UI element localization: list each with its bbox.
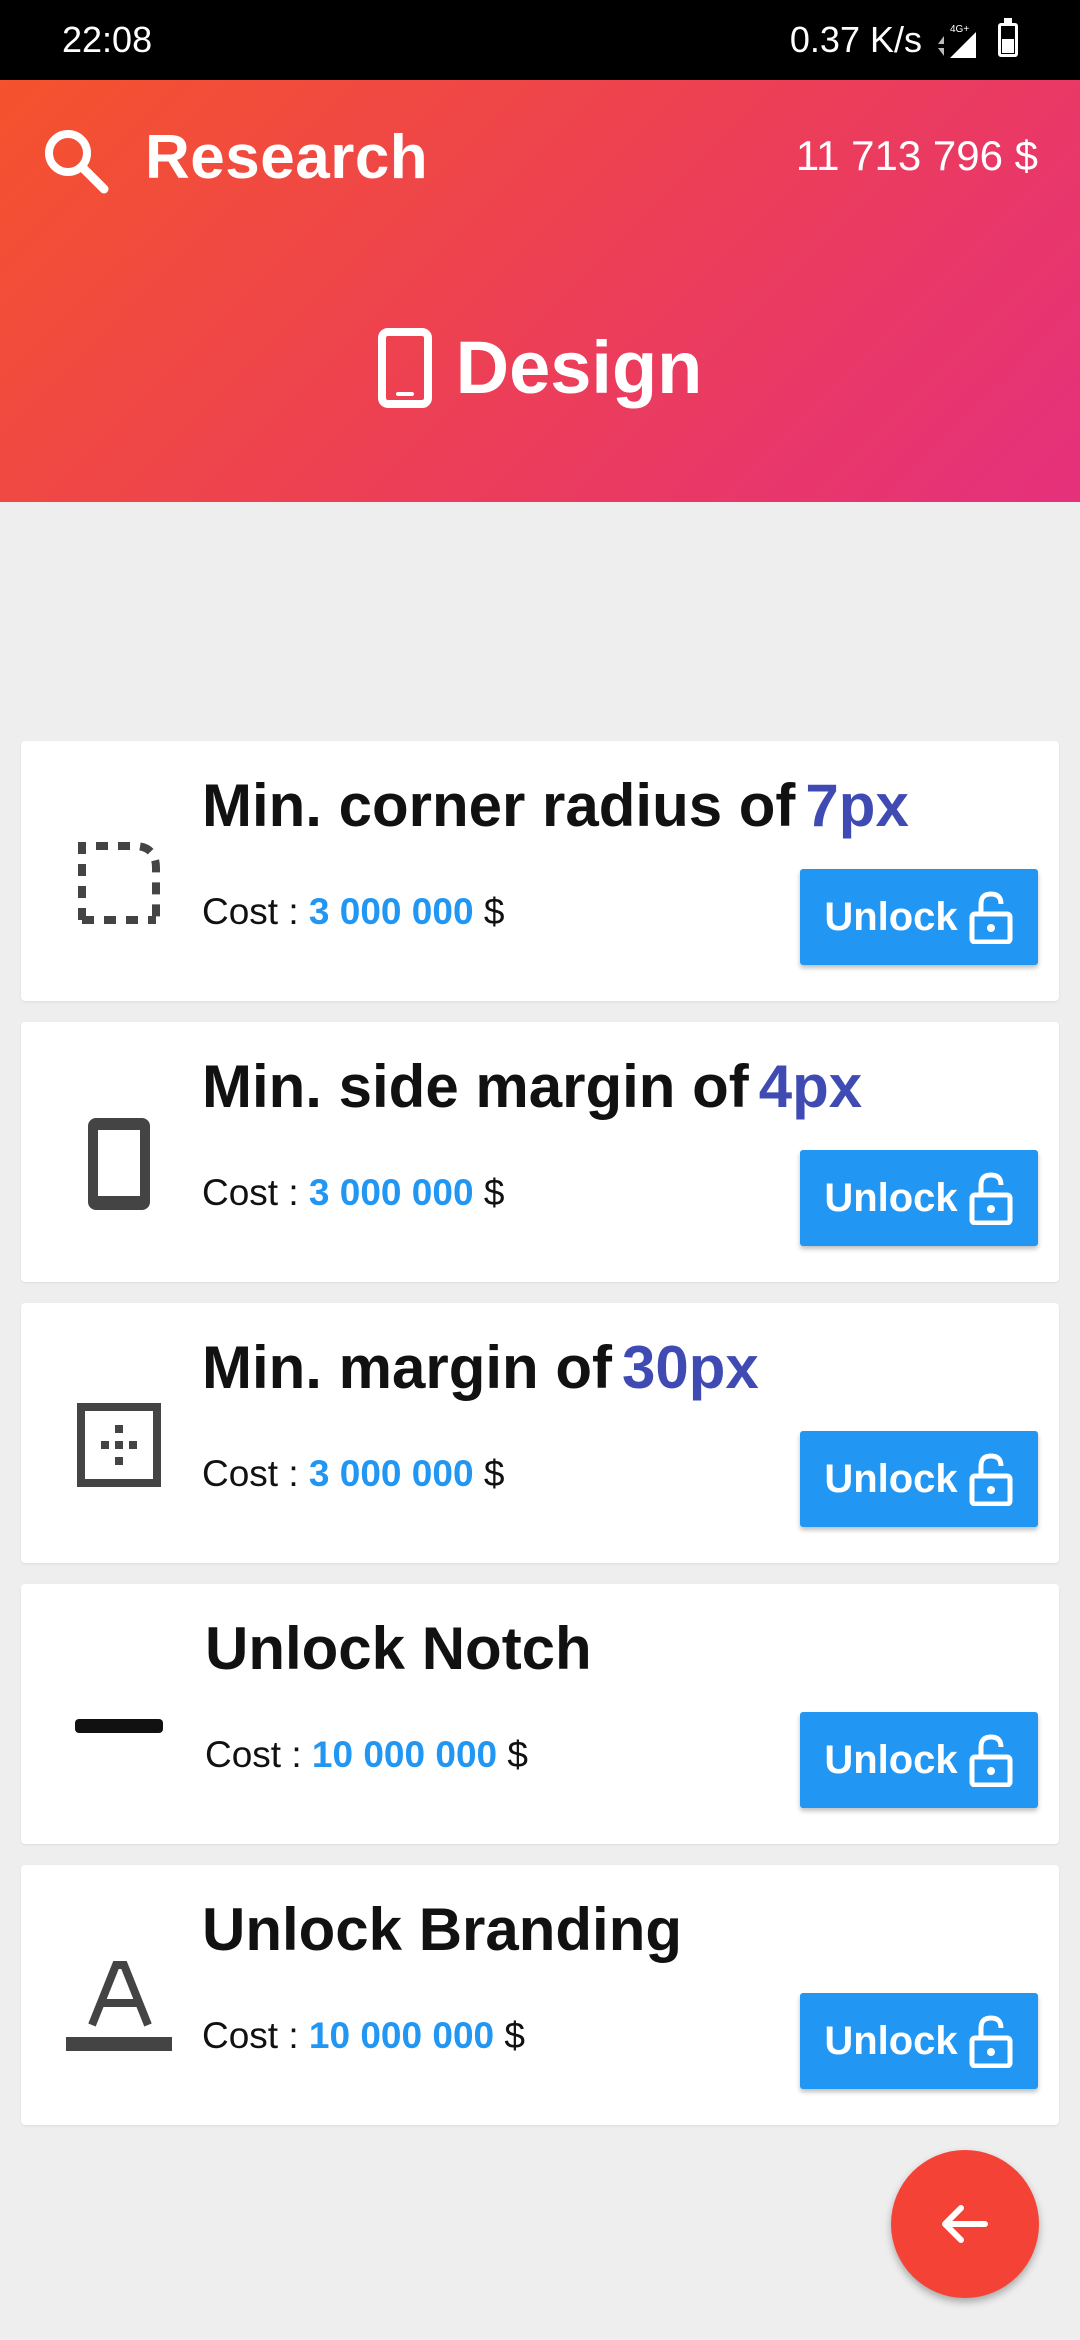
phone-outline-icon — [57, 1102, 181, 1226]
cost-amount: 10 000 000 — [308, 2015, 495, 2056]
card-title: Min. corner radius of 7px — [202, 771, 909, 840]
signal-icon: 4G+ — [938, 24, 976, 58]
network-speed: 0.37 K/s — [789, 19, 922, 60]
card-cost: Cost : 3 000 000 $ — [202, 1453, 504, 1495]
research-card: Min. side margin of 4px Cost : 3 000 000 … — [21, 1022, 1059, 1282]
cost-label: Cost : — [202, 1172, 299, 1213]
card-cost: Cost : 10 000 000 $ — [202, 2015, 525, 2057]
card-title-text: Min. side margin of — [202, 1053, 749, 1120]
branding-text-icon — [57, 1945, 181, 2069]
cost-currency: $ — [504, 2015, 525, 2056]
unlock-label: Unlock — [824, 1456, 958, 1501]
cost-amount: 3 000 000 — [308, 1172, 474, 1213]
card-title: Min. side margin of 4px — [202, 1052, 862, 1121]
cost-label: Cost : — [202, 891, 299, 932]
card-title-value: 7px — [805, 772, 909, 839]
card-title-text: Unlock Notch — [205, 1615, 592, 1682]
cost-currency: $ — [483, 1453, 505, 1494]
corner-radius-icon — [57, 821, 181, 945]
unlock-icon — [969, 2015, 1013, 2068]
unlock-icon — [969, 1172, 1013, 1225]
card-title-value: 30px — [621, 1334, 759, 1401]
page-title: Research — [145, 123, 429, 192]
unlock-icon — [969, 1734, 1013, 1787]
card-title: Min. margin of 30px — [202, 1333, 759, 1402]
unlock-button[interactable]: Unlock — [800, 1993, 1038, 2089]
section-heading: Design — [0, 325, 1080, 410]
research-card: Min. corner radius of 7px Cost : 3 000 00… — [21, 741, 1059, 1001]
cost-amount: 10 000 000 — [311, 1734, 498, 1775]
network-type: 4G+ — [950, 24, 969, 35]
status-time: 22:08 — [62, 19, 153, 60]
card-title-text: Min. margin of — [202, 1334, 612, 1401]
arrow-left-icon — [942, 2205, 988, 2243]
cost-amount: 3 000 000 — [308, 1453, 474, 1494]
cost-currency: $ — [483, 1172, 505, 1213]
cost-amount: 3 000 000 — [308, 891, 474, 932]
status-indicators: 0.37 K/s 4G+ — [789, 18, 1018, 61]
research-card: Unlock Branding Cost : 10 000 000 $ Unlo… — [21, 1865, 1059, 2125]
card-title: Unlock Notch — [205, 1614, 592, 1683]
unlock-label: Unlock — [824, 2018, 958, 2063]
unlock-button[interactable]: Unlock — [800, 1431, 1038, 1527]
card-cost: Cost : 3 000 000 $ — [202, 891, 504, 933]
search-icon[interactable] — [40, 125, 112, 197]
unlock-label: Unlock — [824, 1737, 958, 1782]
unlock-label: Unlock — [824, 894, 958, 939]
unlock-icon — [969, 1453, 1013, 1506]
cost-currency: $ — [483, 891, 505, 932]
card-title-text: Unlock Branding — [202, 1896, 683, 1963]
research-card: Unlock Notch Cost : 10 000 000 $ Unlock — [21, 1584, 1059, 1844]
card-cost: Cost : 10 000 000 $ — [205, 1734, 528, 1776]
research-card: Min. margin of 30px Cost : 3 000 000 $ Un… — [21, 1303, 1059, 1563]
card-title-value: 4px — [758, 1053, 863, 1120]
card-cost: Cost : 3 000 000 $ — [202, 1172, 504, 1214]
unlock-button[interactable]: Unlock — [800, 1150, 1038, 1246]
status-bar: 22:08 0.37 K/s 4G+ — [0, 0, 1080, 80]
unlock-label: Unlock — [824, 1175, 958, 1220]
app-header: Research 11 713 796 $ Design — [0, 80, 1080, 502]
battery-icon — [998, 18, 1018, 57]
card-title-text: Min. corner radius of — [202, 772, 796, 839]
smartphone-icon — [377, 327, 432, 408]
money-balance: 11 713 796 $ — [795, 132, 1038, 179]
cost-label: Cost : — [205, 1734, 302, 1775]
unlock-icon — [969, 891, 1013, 944]
unlock-button[interactable]: Unlock — [800, 1712, 1038, 1808]
back-fab-button[interactable] — [891, 2150, 1039, 2298]
cost-label: Cost : — [202, 2015, 299, 2056]
margin-grid-icon — [57, 1383, 181, 1507]
cost-currency: $ — [507, 1734, 528, 1775]
unlock-button[interactable]: Unlock — [800, 869, 1038, 965]
card-title: Unlock Branding — [202, 1895, 682, 1964]
notch-icon — [57, 1664, 181, 1788]
cost-label: Cost : — [202, 1453, 299, 1494]
section-title: Design — [455, 326, 703, 409]
